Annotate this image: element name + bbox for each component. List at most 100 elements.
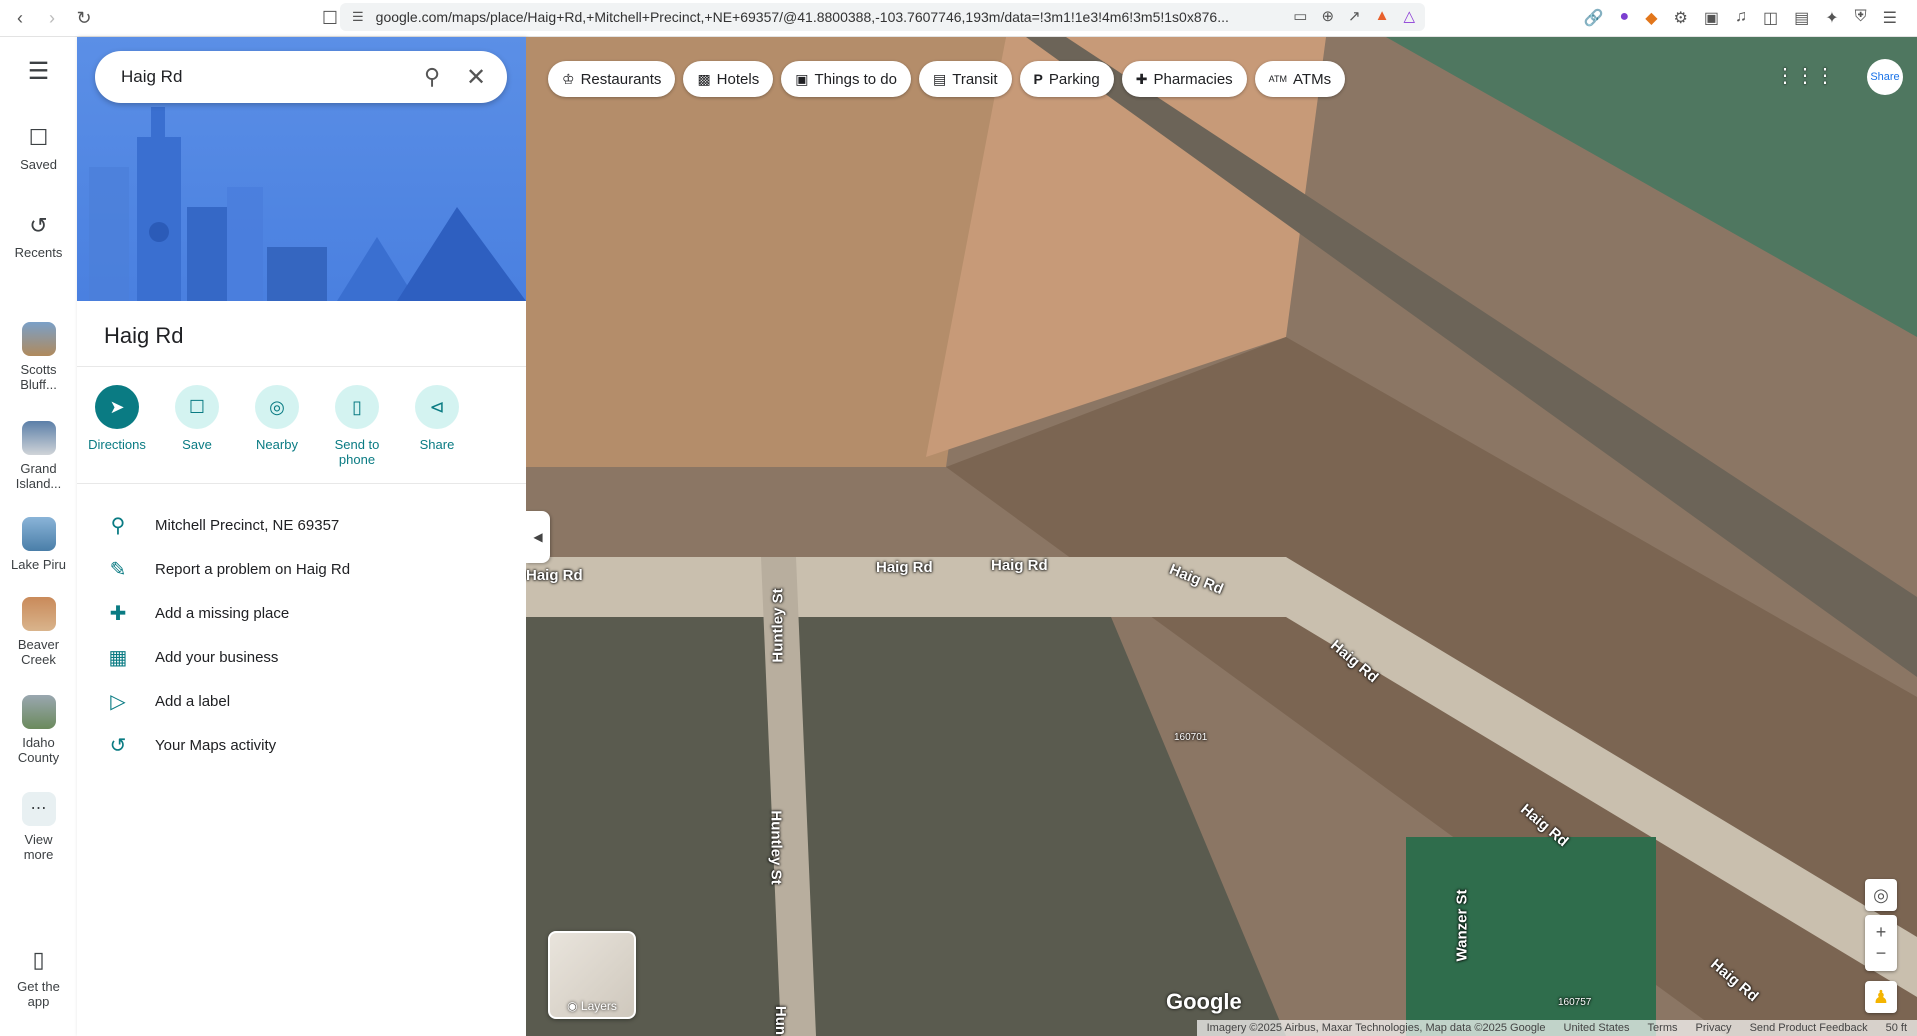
cast-icon[interactable]: ▭	[1293, 7, 1307, 25]
chip-things-to-do[interactable]: ▣ Things to do	[781, 61, 911, 97]
chip-hotels[interactable]: ▩ Hotels	[683, 61, 774, 97]
country-link[interactable]: United States	[1564, 1022, 1630, 1034]
chip-label: Transit	[952, 70, 998, 88]
terms-link[interactable]: Terms	[1648, 1022, 1678, 1034]
menu-button[interactable]: ☰	[0, 57, 77, 92]
address-number: 160701	[1174, 732, 1208, 743]
place-thumbnail	[21, 322, 56, 356]
action-label: Share	[419, 437, 455, 452]
browser-toolbar: ‹ › ↻ ☐ ☰ google.com/maps/place/Haig+Rd,…	[0, 0, 1917, 37]
hamburger-icon[interactable]: ☰	[0, 57, 77, 86]
rail-saved[interactable]: ☐ Saved	[0, 125, 77, 172]
url-text[interactable]: google.com/maps/place/Haig+Rd,+Mitchell+…	[376, 9, 1256, 25]
ai-sparkle-icon[interactable]: ✦	[1825, 8, 1838, 28]
zoom-icon[interactable]: ⊕	[1321, 7, 1334, 25]
add-business-row[interactable]: ▦ Add your business	[77, 637, 526, 677]
pegman-button[interactable]: ♟	[1865, 981, 1897, 1013]
report-problem-text: Report a problem on Haig Rd	[155, 560, 351, 578]
pegman-icon: ♟	[1872, 986, 1890, 1007]
close-icon[interactable]: ✕	[463, 63, 489, 91]
add-label-row[interactable]: ▷ Add a label	[77, 681, 526, 721]
satellite-imagery[interactable]	[526, 37, 1917, 1036]
zoom-in-icon[interactable]: +	[1876, 922, 1887, 943]
rail-recent-lake-piru[interactable]: Lake Piru	[0, 517, 77, 572]
extension-circle-icon[interactable]: ●	[1620, 8, 1630, 28]
chip-transit[interactable]: ▤ Transit	[919, 61, 1012, 97]
rail-label: Idaho County	[17, 735, 60, 765]
chip-pharmacies[interactable]: ✚ Pharmacies	[1121, 61, 1247, 97]
add-missing-place-text: Add a missing place	[155, 604, 290, 622]
sidebar-icon[interactable]: ◫	[1763, 8, 1778, 28]
rail-recent-idaho-county[interactable]: Idaho County	[0, 695, 77, 765]
rail-label: Lake Piru	[11, 557, 66, 572]
address-row[interactable]: ⚲ Mitchell Precinct, NE 69357	[77, 505, 526, 545]
add-missing-place-row[interactable]: ✚ Add a missing place	[77, 593, 526, 633]
fork-knife-icon: ♔	[562, 70, 575, 87]
extensions-puzzle-icon[interactable]: ⚙	[1674, 8, 1688, 28]
place-title: Haig Rd	[104, 323, 184, 348]
rail-label: Saved	[20, 157, 57, 172]
send-to-phone-button[interactable]: ▯ Send to phone	[317, 385, 397, 467]
browser-menu-icon[interactable]: ☰	[1883, 8, 1897, 28]
search-input[interactable]	[119, 66, 423, 88]
chip-atms[interactable]: ATM ATMs	[1254, 61, 1346, 97]
search-box[interactable]: ⚲ ✕	[95, 51, 507, 103]
collapse-panel-button[interactable]: ◀	[526, 511, 550, 563]
reload-icon[interactable]: ↻	[72, 6, 96, 30]
location-pin-icon: ⚲	[110, 514, 126, 537]
rail-recents[interactable]: ↺ Recents	[0, 213, 77, 260]
bookmark-icon[interactable]: ☐	[318, 6, 342, 30]
share-button[interactable]: ⊲ Share	[397, 385, 477, 467]
music-icon[interactable]: ♫	[1735, 8, 1747, 28]
wallet-icon[interactable]: ▤	[1794, 8, 1809, 28]
maps-activity-row[interactable]: ↺ Your Maps activity	[77, 725, 526, 765]
road-label: Haig Rd	[991, 557, 1048, 574]
brave-shield-icon[interactable]: ▲	[1375, 7, 1390, 25]
metamask-icon[interactable]: ◆	[1645, 8, 1657, 28]
share-map-button[interactable]: Share	[1867, 59, 1903, 95]
camera-icon: ▣	[795, 70, 809, 87]
rail-recent-scotts-bluff[interactable]: Scotts Bluff...	[0, 322, 77, 392]
pencil-icon: ✎	[109, 558, 127, 581]
forward-icon[interactable]: ›	[40, 6, 64, 30]
action-label: Directions	[88, 437, 146, 452]
hero-illustration: ⚲ ✕	[77, 37, 526, 301]
rail-view-more[interactable]: ⋯ View more	[0, 792, 77, 862]
vpn-shield-icon[interactable]: ⛨	[1855, 8, 1867, 28]
crosshair-icon: ◎	[1873, 884, 1889, 905]
rewards-icon[interactable]: △	[1403, 7, 1415, 25]
feedback-link[interactable]: Send Product Feedback	[1750, 1022, 1868, 1034]
apps-grid-icon[interactable]: ⋮⋮⋮	[1775, 63, 1835, 88]
rail-recent-grand-island[interactable]: Grand Island...	[0, 421, 77, 491]
back-icon[interactable]: ‹	[8, 6, 32, 30]
rail-get-app[interactable]: ▯ Get the app	[0, 947, 77, 1009]
privacy-link[interactable]: Privacy	[1696, 1022, 1732, 1034]
bus-icon: ▤	[933, 70, 947, 87]
phone-icon: ▯	[32, 947, 45, 972]
zoom-out-icon[interactable]: −	[1876, 943, 1887, 964]
share-page-icon[interactable]: ↗	[1348, 7, 1361, 25]
layers-button[interactable]: ◉ Layers	[548, 931, 636, 1019]
nearby-button[interactable]: ◎ Nearby	[237, 385, 317, 467]
label-icon: ▷	[110, 690, 126, 713]
report-problem-row[interactable]: ✎ Report a problem on Haig Rd	[77, 549, 526, 589]
history-icon: ↺	[29, 213, 48, 238]
activity-history-icon: ↺	[109, 734, 127, 757]
rail-label: Beaver Creek	[17, 637, 60, 667]
site-settings-icon[interactable]: ☰	[352, 9, 364, 25]
save-button[interactable]: ☐ Save	[157, 385, 237, 467]
screenshot-icon[interactable]: ▣	[1704, 8, 1719, 28]
map-canvas[interactable]: ♔ Restaurants ▩ Hotels ▣ Things to do ▤ Tran…	[526, 37, 1917, 1036]
search-icon[interactable]: ⚲	[419, 64, 445, 90]
scale-bar[interactable]: 50 ft	[1886, 1022, 1907, 1034]
chip-parking[interactable]: P Parking	[1019, 61, 1114, 97]
my-location-button[interactable]: ◎	[1865, 879, 1897, 911]
action-label: Nearby	[256, 437, 298, 452]
link-icon[interactable]: 🔗	[1584, 8, 1604, 28]
directions-button[interactable]: ➤ Directions	[77, 385, 157, 467]
maps-activity-text: Your Maps activity	[155, 736, 277, 754]
rail-recent-beaver-creek[interactable]: Beaver Creek	[0, 597, 77, 667]
chip-restaurants[interactable]: ♔ Restaurants	[548, 61, 676, 97]
address-bar[interactable]: ☰ google.com/maps/place/Haig+Rd,+Mitchel…	[340, 3, 1425, 31]
action-label: Send to phone	[334, 437, 380, 467]
